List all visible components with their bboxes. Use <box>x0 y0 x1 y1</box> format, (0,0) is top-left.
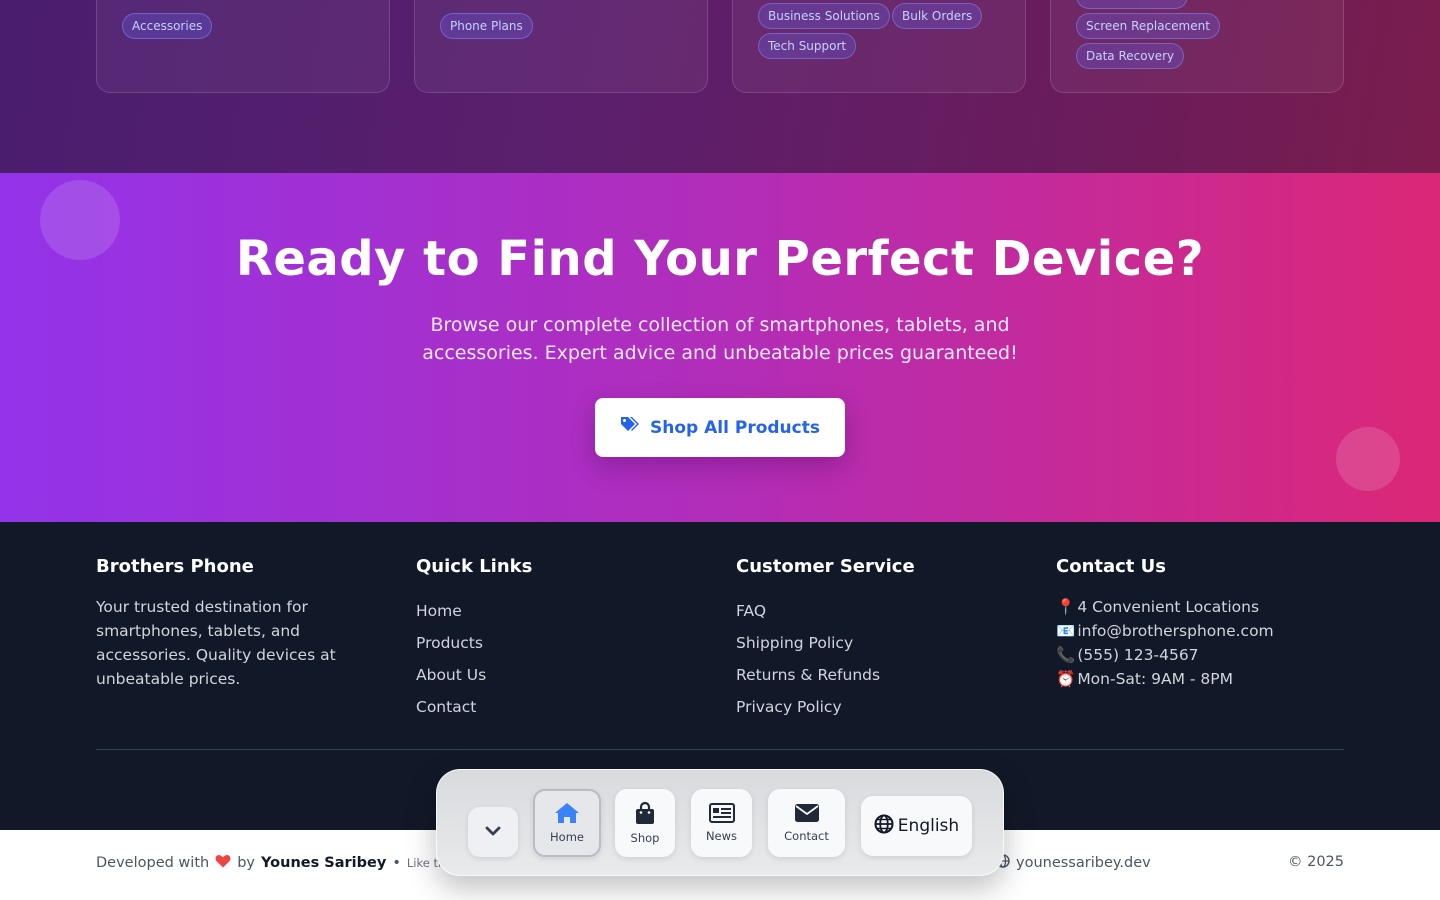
dock-home-label: Home <box>550 830 584 844</box>
footer-link-products[interactable]: Products <box>416 627 716 659</box>
category-card-3: Business Solutions Bulk Orders Tech Supp… <box>732 0 1026 93</box>
shop-all-products-label: Shop All Products <box>650 417 820 438</box>
dock-news-label: News <box>705 829 738 843</box>
pin-icon: 📍 <box>1056 598 1076 616</box>
developer-website-link[interactable]: younessaribey.dev <box>996 854 1151 872</box>
alarm-clock-icon: ⏰ <box>1056 670 1076 688</box>
category-tag[interactable]: Business Solutions <box>758 3 890 29</box>
author-link[interactable]: Younes Saribey <box>261 855 386 871</box>
footer-contact-column: Contact Us 📍 4 Convenient Locations 📧 in… <box>1056 556 1356 691</box>
dock-contact-button[interactable]: Contact <box>768 789 845 857</box>
footer-link-privacy-policy[interactable]: Privacy Policy <box>736 691 1036 723</box>
contact-phone[interactable]: 📞 (555) 123-4567 <box>1056 643 1356 667</box>
categories-section: Accessories Phone Plans Business Solutio… <box>0 0 1440 173</box>
dock-shop-button[interactable]: Shop <box>615 789 675 857</box>
footer-quick-links-title: Quick Links <box>416 556 533 577</box>
floating-dock-nav: Home Shop News Contact English <box>436 769 1004 876</box>
contact-locations: 📍 4 Convenient Locations <box>1056 595 1356 619</box>
dock-home-button[interactable]: Home <box>533 789 601 857</box>
cta-title: Ready to Find Your Perfect Device? <box>235 231 1205 287</box>
envelope-icon <box>794 803 820 826</box>
footer-link-home[interactable]: Home <box>416 595 716 627</box>
category-tag[interactable]: Bulk Orders <box>892 3 983 29</box>
footer-brand-title: Brothers Phone <box>96 556 254 577</box>
category-tag[interactable]: Phone Plans <box>440 13 533 39</box>
language-label: English <box>897 816 960 836</box>
contact-email[interactable]: 📧 info@brothersphone.com <box>1056 619 1356 643</box>
footer-link-returns-refunds[interactable]: Returns & Refunds <box>736 659 1036 691</box>
developer-website-text: younessaribey.dev <box>1016 855 1151 871</box>
home-icon <box>554 802 580 827</box>
footer-customer-service-title: Customer Service <box>736 556 915 577</box>
language-selector[interactable]: English <box>861 796 972 856</box>
footer-customer-service-column: Customer Service FAQ Shipping Policy Ret… <box>736 556 1036 723</box>
footer-brand-description: Your trusted destination for smartphones… <box>96 598 336 688</box>
contact-locations-text: 4 Convenient Locations <box>1077 598 1260 616</box>
category-tag[interactable]: Screen Replacement <box>1076 13 1220 39</box>
category-tag[interactable]: Tech Support <box>758 33 857 59</box>
globe-icon <box>874 814 894 839</box>
category-card-2: Phone Plans <box>414 0 708 93</box>
dock-news-button[interactable]: News <box>691 789 752 857</box>
developed-with-text: Developed with <box>96 855 210 871</box>
cta-subtitle: Browse our complete collection of smartp… <box>422 314 1018 364</box>
category-tag-partial[interactable] <box>1076 0 1188 9</box>
footer-contact-title: Contact Us <box>1056 556 1167 577</box>
footer-link-faq[interactable]: FAQ <box>736 595 1036 627</box>
footer-link-about-us[interactable]: About Us <box>416 659 716 691</box>
copyright: © 2025 <box>1287 854 1344 870</box>
cta-section: Ready to Find Your Perfect Device? Brows… <box>0 173 1440 522</box>
decorative-bubble <box>1336 427 1400 491</box>
shopping-bag-icon <box>634 801 656 828</box>
contact-email-text[interactable]: info@brothersphone.com <box>1077 619 1273 643</box>
by-text: by <box>237 855 255 871</box>
footer-divider <box>96 749 1344 750</box>
phone-icon: 📞 <box>1056 646 1076 664</box>
contact-phone-text[interactable]: (555) 123-4567 <box>1077 643 1198 667</box>
category-tag[interactable]: Accessories <box>122 13 213 39</box>
dock-contact-label: Contact <box>784 829 829 843</box>
category-tag[interactable]: Data Recovery <box>1076 43 1185 69</box>
contact-hours-text: Mon-Sat: 9AM - 8PM <box>1077 670 1234 688</box>
category-card-4: Screen Replacement Data Recovery <box>1050 0 1344 93</box>
newspaper-icon <box>708 803 735 826</box>
heart-icon <box>215 854 231 872</box>
chevron-down-icon <box>485 825 501 840</box>
footer-link-contact[interactable]: Contact <box>416 691 716 723</box>
collapse-dock-button[interactable] <box>468 807 518 857</box>
separator-dot: • <box>392 855 401 871</box>
footer-quick-links-column: Quick Links Home Products About Us Conta… <box>416 556 716 723</box>
developer-credit: Developed with by Younes Saribey • Like … <box>96 854 454 872</box>
footer-brand-column: Brothers Phone Your trusted destination … <box>96 556 396 691</box>
shop-all-products-button[interactable]: Shop All Products <box>595 398 845 457</box>
email-icon: 📧 <box>1056 622 1076 640</box>
dock-shop-label: Shop <box>630 831 660 845</box>
footer-link-shipping-policy[interactable]: Shipping Policy <box>736 627 1036 659</box>
contact-hours: ⏰ Mon-Sat: 9AM - 8PM <box>1056 667 1356 691</box>
tags-icon <box>620 416 640 439</box>
category-card-1: Accessories <box>96 0 390 93</box>
